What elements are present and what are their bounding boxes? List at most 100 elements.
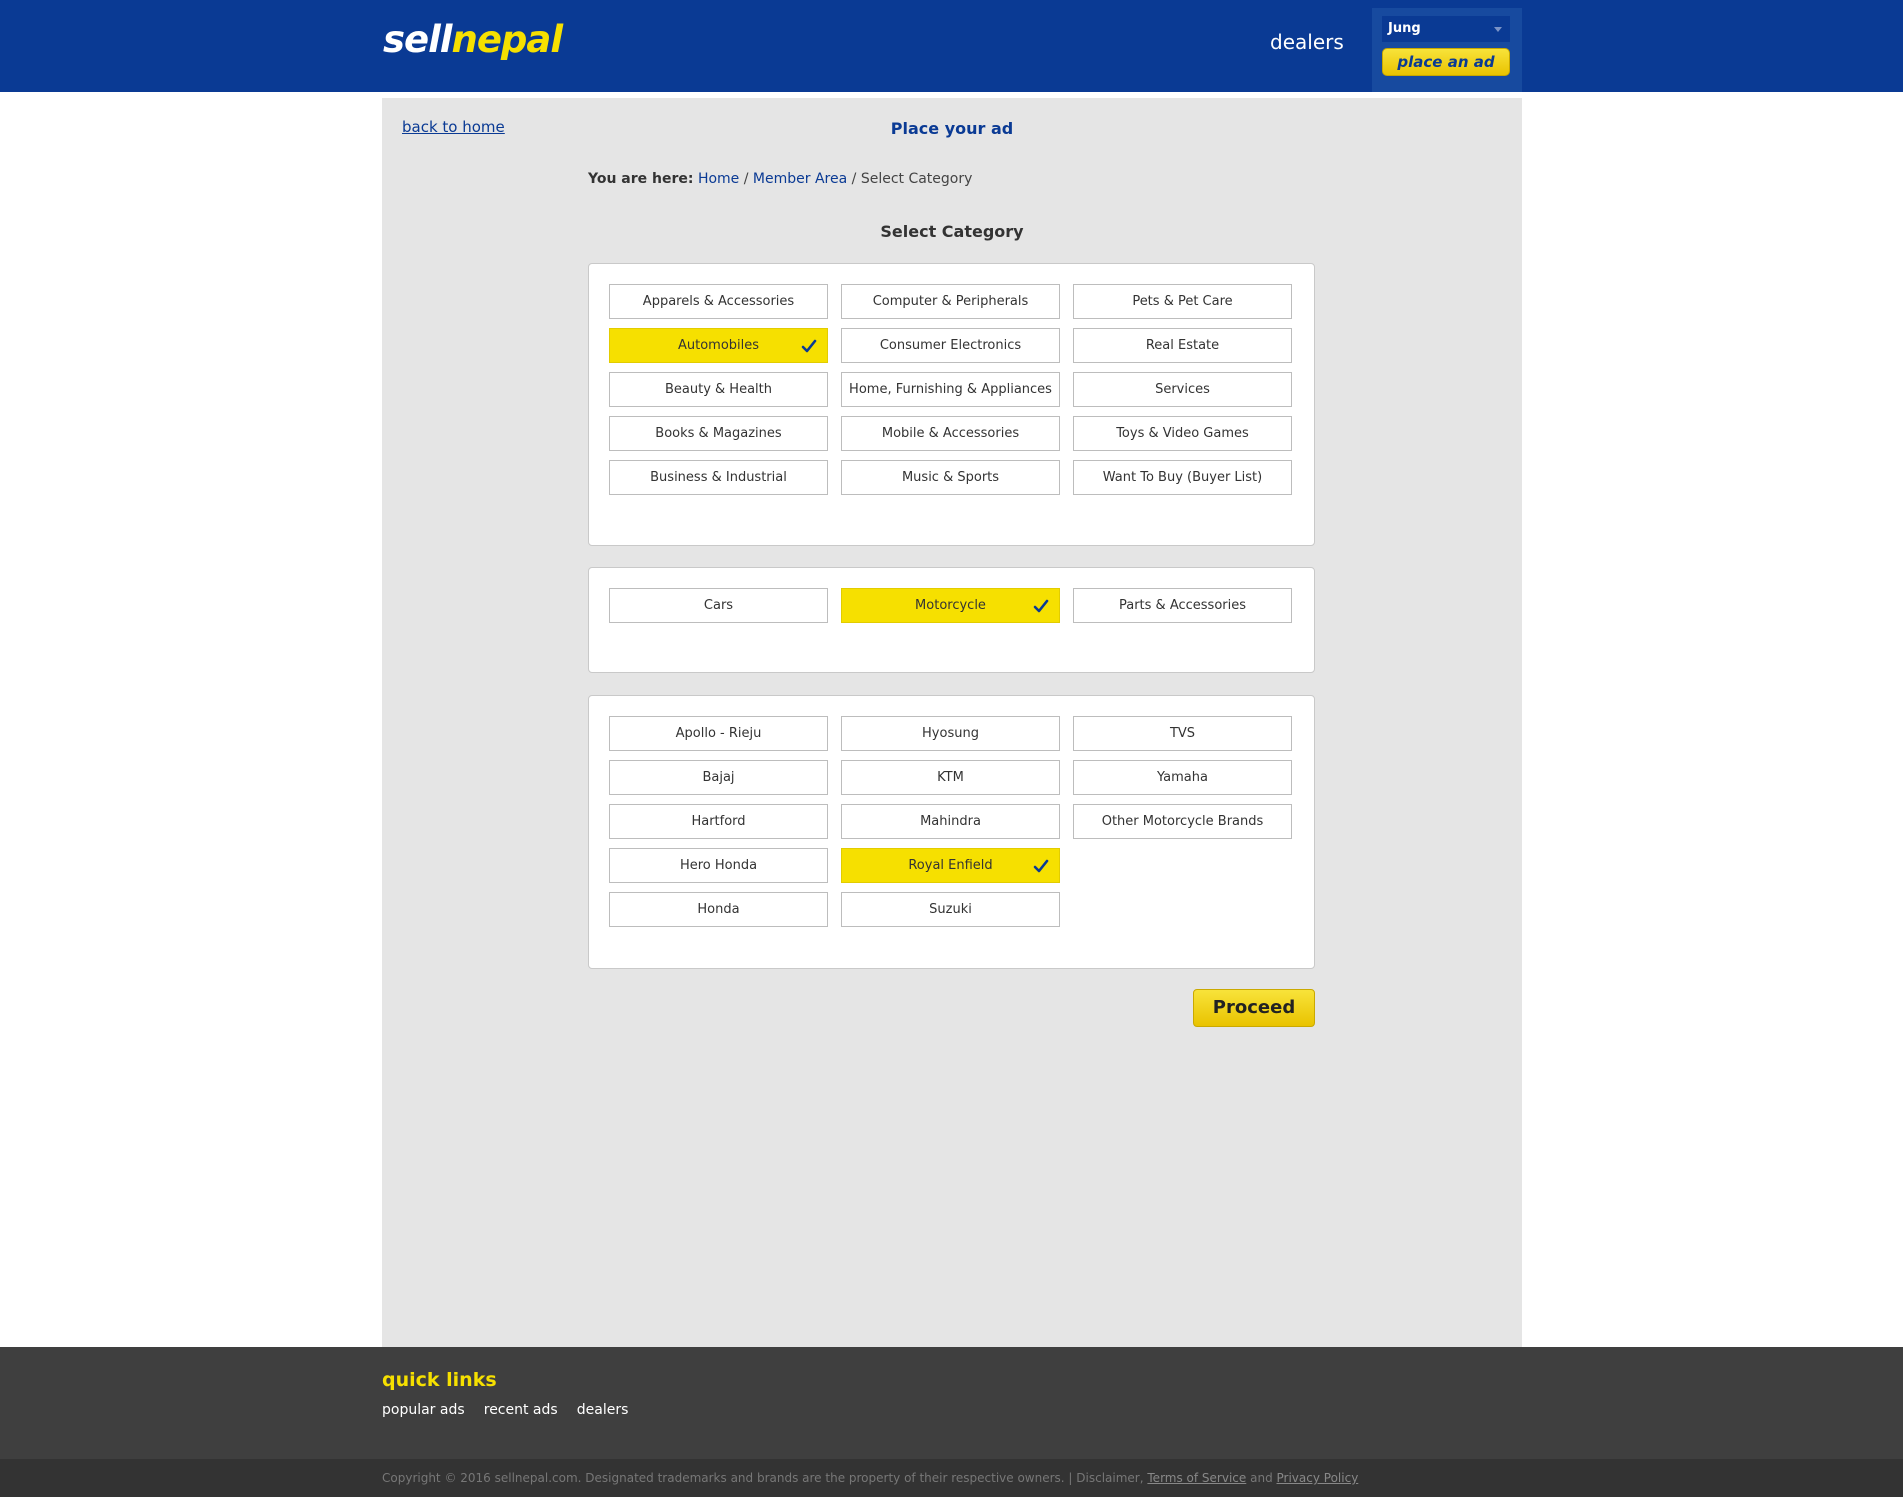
chevron-down-icon xyxy=(1494,27,1502,32)
breadcrumb-separator: / xyxy=(743,171,749,187)
proceed-button[interactable]: Proceed xyxy=(1193,989,1315,1027)
category-option[interactable]: Automobiles xyxy=(609,328,828,363)
brand-option[interactable]: KTM xyxy=(841,760,1060,795)
category-option-label: Apparels & Accessories xyxy=(642,294,795,309)
quick-links-title: quick links xyxy=(382,1369,497,1391)
category-box: Apparels & Accessories Computer & Periphe… xyxy=(588,263,1315,546)
checkmark-icon xyxy=(1033,599,1049,613)
category-option-label: Music & Sports xyxy=(901,470,1000,485)
category-option[interactable]: Beauty & Health xyxy=(609,372,828,407)
subcategory-option-label: Cars xyxy=(703,598,734,613)
subcategory-option-label: Motorcycle xyxy=(915,598,986,613)
category-option-label: Automobiles xyxy=(677,338,760,353)
brand-option-label: Royal Enfield xyxy=(908,858,993,873)
brand-option-label: TVS xyxy=(1169,726,1196,741)
subcategory-option[interactable]: Cars xyxy=(609,588,828,623)
breadcrumb-member-area-link[interactable]: Member Area xyxy=(753,171,847,187)
brand-option-label: Bajaj xyxy=(702,770,735,785)
user-name: Jung xyxy=(1388,21,1421,36)
checkmark-icon xyxy=(801,339,817,353)
category-option[interactable]: Books & Magazines xyxy=(609,416,828,451)
brand-option-label: Yamaha xyxy=(1157,770,1208,785)
category-option-label: Home, Furnishing & Appliances xyxy=(849,382,1052,397)
category-option[interactable]: Computer & Peripherals xyxy=(841,284,1060,319)
brand-option-label: KTM xyxy=(937,770,964,785)
brand-option-label: Hyosung xyxy=(922,726,979,741)
brand-option-label: Apollo - Rieju xyxy=(675,726,762,741)
user-menu-dropdown[interactable]: Jung xyxy=(1382,16,1510,42)
brand-box: Apollo - Rieju Hyosung TVS Bajaj KTM Yamaha Ha… xyxy=(588,695,1315,969)
brand-option[interactable]: Yamaha xyxy=(1073,760,1292,795)
subcategory-option[interactable]: Parts & Accessories xyxy=(1073,588,1292,623)
breadcrumb: You are here: Home / Member Area / Selec… xyxy=(588,171,972,187)
brand-option[interactable]: Other Motorcycle Brands xyxy=(1073,804,1292,839)
copyright-text: Copyright © 2016 sellnepal.com. Designat… xyxy=(382,1471,1358,1485)
category-option[interactable]: Real Estate xyxy=(1073,328,1292,363)
brand-option[interactable]: Honda xyxy=(609,892,828,927)
quick-links: popular ads recent ads dealers xyxy=(382,1399,642,1418)
select-category-heading: Select Category xyxy=(880,222,1024,241)
privacy-policy-link[interactable]: Privacy Policy xyxy=(1277,1471,1359,1485)
category-option[interactable]: Mobile & Accessories xyxy=(841,416,1060,451)
footer: quick links popular ads recent ads deale… xyxy=(0,1347,1903,1459)
subcategory-box: Cars Motorcycle Parts & Accessories xyxy=(588,567,1315,673)
site-header: sellnepal dealers Jung place an ad xyxy=(0,0,1903,92)
brand-option[interactable]: Hartford xyxy=(609,804,828,839)
footer-link-dealers[interactable]: dealers xyxy=(577,1402,629,1418)
category-option[interactable]: Pets & Pet Care xyxy=(1073,284,1292,319)
brand-option-label: Hartford xyxy=(691,814,746,829)
category-option[interactable]: Business & Industrial xyxy=(609,460,828,495)
category-option-label: Computer & Peripherals xyxy=(872,294,1029,309)
category-option-label: Real Estate xyxy=(1145,338,1220,353)
nav-dealers-link[interactable]: dealers xyxy=(1270,30,1344,54)
copyright-main: Copyright © 2016 sellnepal.com. Designat… xyxy=(382,1471,1144,1485)
category-option[interactable]: Apparels & Accessories xyxy=(609,284,828,319)
brand-option-label: Mahindra xyxy=(920,814,981,829)
checkmark-icon xyxy=(1033,859,1049,873)
category-option[interactable]: Consumer Electronics xyxy=(841,328,1060,363)
brand-option[interactable]: TVS xyxy=(1073,716,1292,751)
category-option[interactable]: Toys & Video Games xyxy=(1073,416,1292,451)
brand-option[interactable]: Hyosung xyxy=(841,716,1060,751)
category-option-label: Consumer Electronics xyxy=(879,338,1022,353)
footer-link-recent-ads[interactable]: recent ads xyxy=(484,1402,558,1418)
category-option-label: Business & Industrial xyxy=(650,470,787,485)
category-option[interactable]: Want To Buy (Buyer List) xyxy=(1073,460,1292,495)
brand-option-label: Suzuki xyxy=(929,902,972,917)
page-title: Place your ad xyxy=(890,119,1014,138)
category-option-label: Pets & Pet Care xyxy=(1132,294,1233,309)
category-option[interactable]: Music & Sports xyxy=(841,460,1060,495)
terms-of-service-link[interactable]: Terms of Service xyxy=(1147,1471,1246,1485)
brand-option[interactable]: Bajaj xyxy=(609,760,828,795)
brand-option[interactable]: Mahindra xyxy=(841,804,1060,839)
category-option[interactable]: Services xyxy=(1073,372,1292,407)
category-option-label: Services xyxy=(1155,382,1210,397)
category-option-label: Beauty & Health xyxy=(664,382,772,397)
brand-option-label: Other Motorcycle Brands xyxy=(1101,814,1264,829)
brand-option[interactable]: Royal Enfield xyxy=(841,848,1060,883)
subcategory-option-label: Parts & Accessories xyxy=(1118,598,1247,613)
category-option-label: Want To Buy (Buyer List) xyxy=(1102,470,1263,485)
brand-option-label: Honda xyxy=(697,902,740,917)
category-option-label: Toys & Video Games xyxy=(1116,426,1249,441)
brand-option[interactable]: Suzuki xyxy=(841,892,1060,927)
brand-option-label: Hero Honda xyxy=(679,858,758,873)
brand-option[interactable]: Hero Honda xyxy=(609,848,828,883)
breadcrumb-home-link[interactable]: Home xyxy=(698,171,739,187)
logo-sell-text: sell xyxy=(383,18,452,61)
main-panel: back to home Place your ad You are here:… xyxy=(382,98,1522,1347)
breadcrumb-current: Select Category xyxy=(860,171,973,187)
sellnepal-logo[interactable]: sellnepal xyxy=(383,18,563,61)
category-option-label: Mobile & Accessories xyxy=(881,426,1020,441)
brand-option[interactable]: Apollo - Rieju xyxy=(609,716,828,751)
category-option-label: Books & Magazines xyxy=(655,426,782,441)
copyright-and: and xyxy=(1250,1471,1273,1485)
category-option[interactable]: Home, Furnishing & Appliances xyxy=(841,372,1060,407)
copyright-bar: Copyright © 2016 sellnepal.com. Designat… xyxy=(0,1459,1903,1497)
breadcrumb-label: You are here: xyxy=(588,171,694,187)
user-panel: Jung place an ad xyxy=(1372,8,1522,92)
place-an-ad-button[interactable]: place an ad xyxy=(1382,48,1510,76)
subcategory-option[interactable]: Motorcycle xyxy=(841,588,1060,623)
logo-nepal-text: nepal xyxy=(451,18,563,61)
footer-link-popular-ads[interactable]: popular ads xyxy=(382,1402,465,1418)
